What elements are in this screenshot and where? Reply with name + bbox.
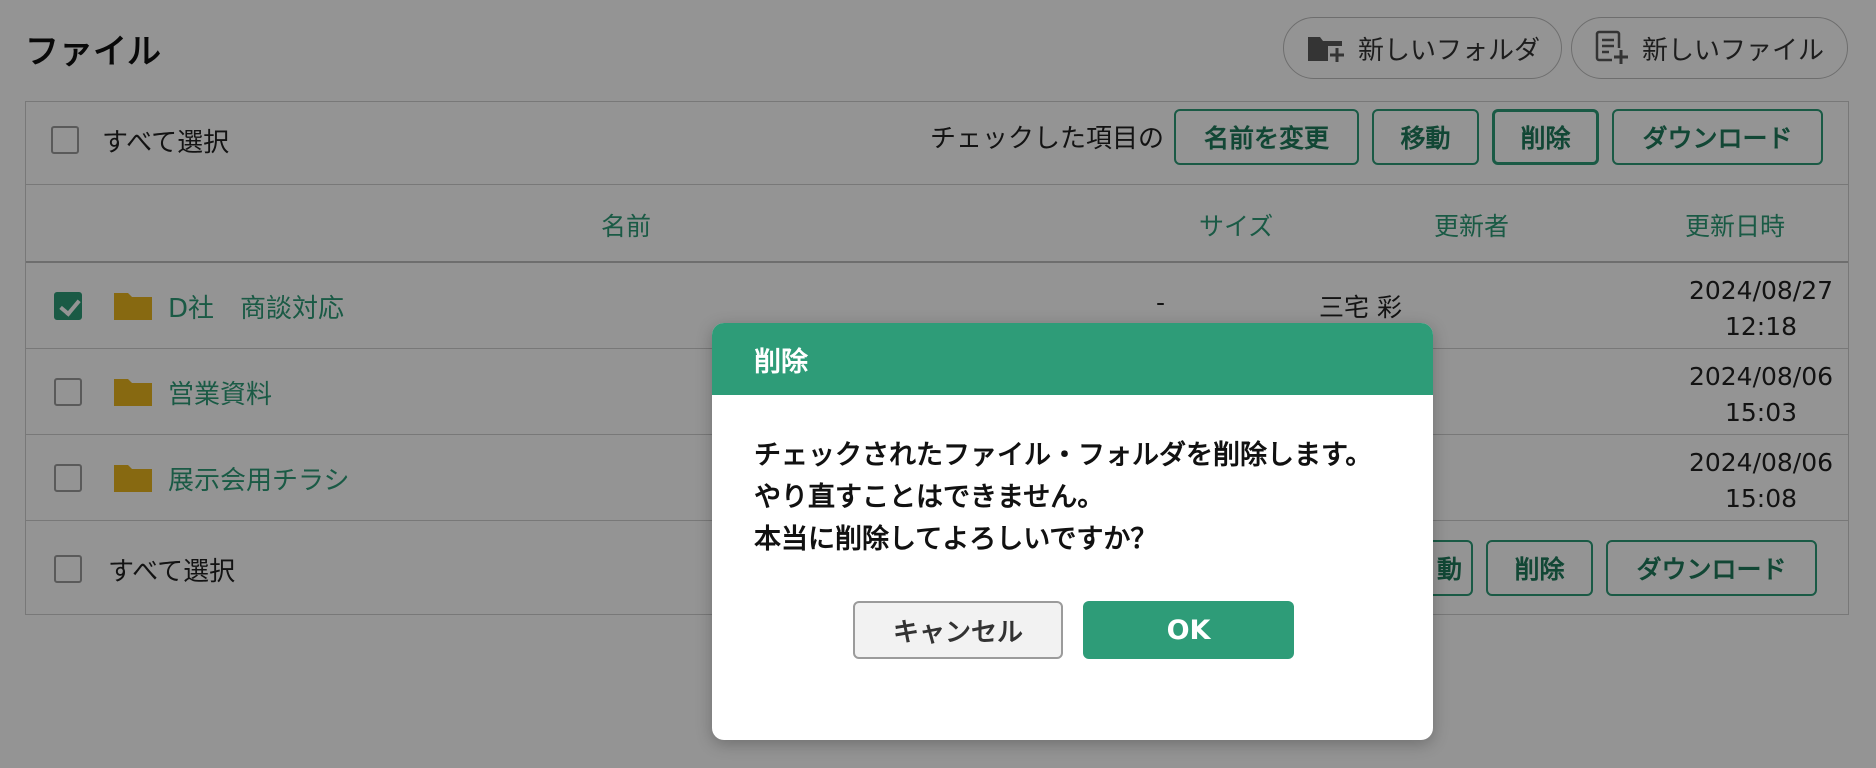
dialog-message-line: チェックされたファイル・フォルダを削除します。	[754, 440, 1373, 471]
cancel-button[interactable]: キャンセル	[853, 601, 1063, 659]
dialog-message: チェックされたファイル・フォルダを削除します。 やり直すことはできません。 本当…	[754, 435, 1372, 561]
dialog-message-line: 本当に削除してよろしいですか？	[754, 524, 1158, 555]
dialog-title: 削除	[712, 323, 1433, 395]
dialog-message-line: やり直すことはできません。	[754, 482, 1105, 513]
delete-confirm-dialog: 削除 チェックされたファイル・フォルダを削除します。 やり直すことはできません。…	[712, 323, 1433, 740]
ok-button[interactable]: OK	[1083, 601, 1294, 659]
